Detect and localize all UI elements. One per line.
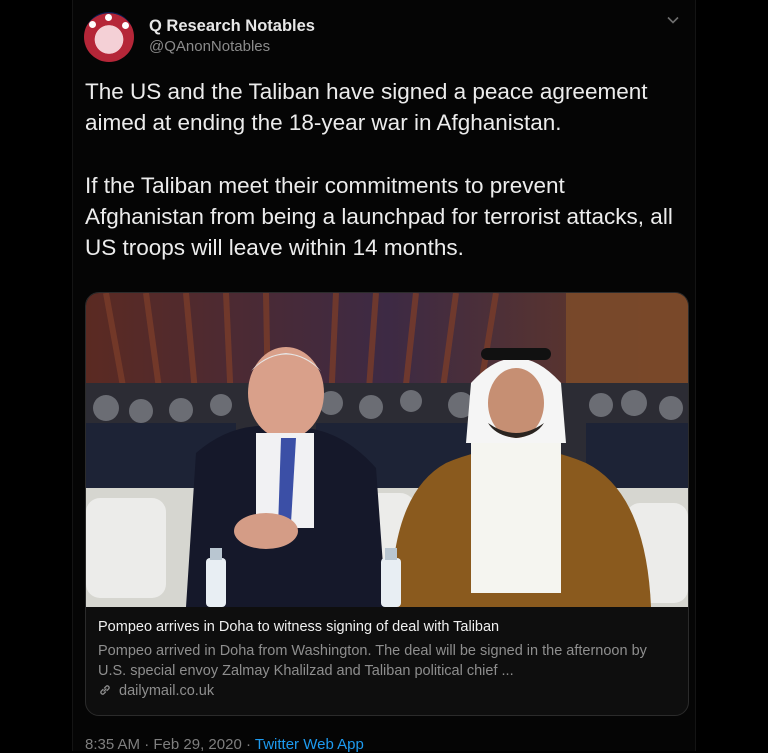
tweet-time[interactable]: 8:35 AM bbox=[85, 736, 140, 753]
tweet-date[interactable]: Feb 29, 2020 bbox=[153, 736, 241, 753]
tweet-paragraph-2: If the Taliban meet their commitments to… bbox=[85, 173, 673, 260]
tweet-text: The US and the Taliban have signed a pea… bbox=[85, 76, 685, 263]
card-title[interactable]: Pompeo arrives in Doha to witness signin… bbox=[98, 619, 678, 635]
tweet-paragraph-1: The US and the Taliban have signed a pea… bbox=[85, 79, 648, 135]
card-domain-text[interactable]: dailymail.co.uk bbox=[119, 683, 214, 699]
link-card[interactable]: Pompeo arrives in Doha to witness signin… bbox=[85, 292, 689, 716]
card-photo[interactable] bbox=[86, 293, 688, 607]
handle[interactable]: @QAnonNotables bbox=[149, 38, 270, 55]
tweet-source[interactable]: Twitter Web App bbox=[255, 736, 364, 753]
separator: · bbox=[245, 736, 251, 753]
link-icon bbox=[100, 685, 110, 695]
card-domain[interactable]: dailymail.co.uk bbox=[98, 683, 214, 699]
display-name[interactable]: Q Research Notables bbox=[149, 17, 315, 36]
avatar[interactable] bbox=[84, 12, 134, 62]
tweet: Q Research Notables @QAnonNotables The U… bbox=[72, 0, 696, 753]
separator: · bbox=[144, 736, 150, 753]
tweet-footer: 8:35 AM · Feb 29, 2020 · Twitter Web App bbox=[85, 736, 364, 753]
chevron-down-icon[interactable] bbox=[663, 12, 683, 32]
card-description: Pompeo arrived in Doha from Washington. … bbox=[98, 643, 647, 679]
